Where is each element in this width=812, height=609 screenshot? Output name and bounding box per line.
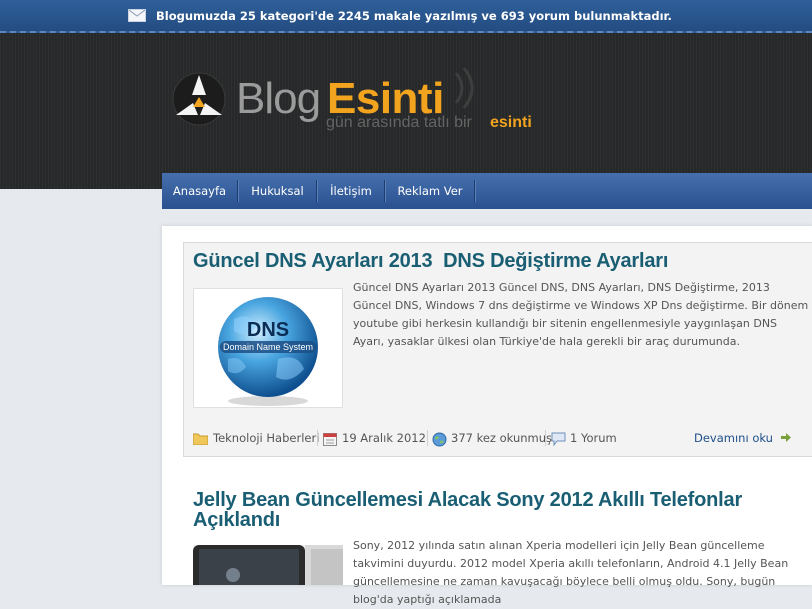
- announcement-text: Blogumuzda 25 kategori'de 2245 makale ya…: [156, 9, 672, 23]
- logo-text-blog: Blog: [236, 74, 321, 123]
- meta-divider: [317, 430, 318, 446]
- post-thumbnail[interactable]: [193, 545, 343, 585]
- logo-emblem-icon: [172, 72, 226, 126]
- meta-divider: [545, 430, 546, 446]
- announcement-bar: Blogumuzda 25 kategori'de 2245 makale ya…: [0, 0, 812, 33]
- nav-item-iletisim[interactable]: İletişim: [318, 173, 384, 209]
- post-excerpt: Güncel DNS Ayarları 2013 Güncel DNS, DNS…: [353, 281, 809, 348]
- meta-divider: [427, 430, 428, 446]
- folder-icon: [193, 433, 208, 445]
- read-more-link[interactable]: Devamını oku: [694, 431, 791, 445]
- signal-waves-icon: [454, 67, 474, 109]
- post-title[interactable]: Güncel DNS Ayarları 2013 DNS Değiştirme …: [193, 250, 668, 273]
- arrow-right-icon: [780, 433, 791, 442]
- main-navigation: Anasayfa Hukuksal İletişim Reklam Ver: [162, 173, 812, 209]
- site-slogan: gün arasında tatlı bir: [326, 114, 472, 131]
- site-slogan-emphasis: esinti: [490, 114, 532, 131]
- post-date: 19 Aralık 2012: [342, 431, 426, 445]
- envelope-icon: [128, 9, 146, 22]
- post-title-continued[interactable]: Açıklandı: [193, 509, 280, 532]
- speech-bubble-icon: [551, 432, 566, 446]
- thumbnail-subtitle: Domain Name System: [222, 342, 314, 352]
- phone-image: [193, 545, 343, 585]
- nav-item-anasayfa[interactable]: Anasayfa: [162, 173, 237, 209]
- post-excerpt: Sony, 2012 yılında satın alınan Xperia m…: [353, 539, 789, 606]
- globe-icon: [432, 432, 447, 447]
- post-thumbnail[interactable]: DNS Domain Name System: [193, 288, 343, 408]
- post-comment-link[interactable]: 1 Yorum: [570, 431, 617, 445]
- thumbnail-title: DNS: [246, 319, 290, 341]
- nav-item-hukuksal[interactable]: Hukuksal: [239, 173, 316, 209]
- nav-divider: [474, 180, 476, 202]
- nav-item-reklam-ver[interactable]: Reklam Ver: [386, 173, 474, 209]
- post-view-count: 377 kez okunmuş: [451, 431, 553, 445]
- read-more-label: Devamını oku: [694, 431, 773, 445]
- post-category-link[interactable]: Teknoloji Haberleri: [213, 431, 319, 445]
- calendar-icon: [323, 433, 337, 446]
